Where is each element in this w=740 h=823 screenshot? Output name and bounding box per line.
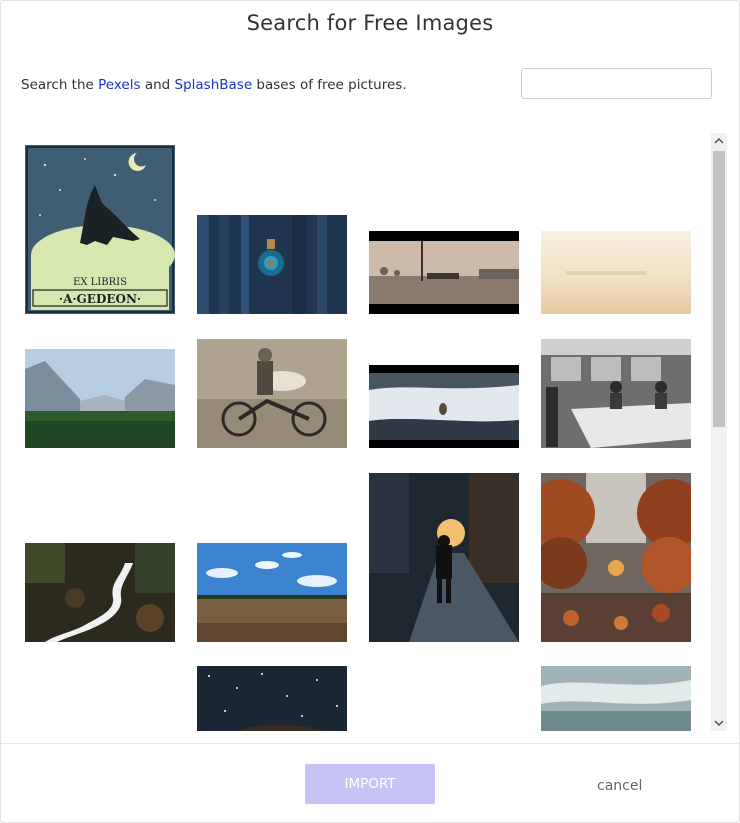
scroll-down-arrow-icon[interactable] (711, 715, 727, 731)
image-thumbnail-sea-clouds[interactable] (541, 666, 691, 731)
image-thumbnail-forest-waterfall[interactable] (25, 543, 175, 642)
image-thumbnail-vintage-workroom[interactable] (541, 339, 691, 448)
image-thumbnail-ex-libris[interactable]: EX LIBRIS ·A·GEDEON· (25, 145, 175, 314)
gallery-scrollbar[interactable] (711, 133, 727, 731)
image-thumbnail-bench-lake[interactable] (369, 231, 519, 314)
image-search-dialog: Search for Free Images Search the Pexels… (0, 0, 740, 823)
splashbase-link[interactable]: SplashBase (175, 77, 253, 93)
image-thumbnail-starry-sky[interactable] (197, 666, 347, 731)
dialog-footer: IMPORT cancel (1, 743, 739, 823)
image-gallery: EX LIBRIS ·A·GEDEON· (1, 133, 711, 731)
ex-libris-caption: EX LIBRIS (73, 277, 127, 288)
image-thumbnail-mountain-valley[interactable] (25, 349, 175, 448)
intro-middle: and (140, 77, 175, 93)
scroll-up-arrow-icon[interactable] (711, 133, 727, 149)
image-thumbnail-city-street[interactable] (369, 473, 519, 642)
image-thumbnail-vintage-motorcycle[interactable] (197, 339, 347, 448)
image-thumbnail-field-sky[interactable] (197, 543, 347, 642)
gedeon-caption: ·A·GEDEON· (59, 292, 141, 306)
import-button[interactable]: IMPORT (305, 764, 435, 804)
scrollbar-thumb[interactable] (713, 151, 725, 427)
cancel-button[interactable]: cancel (597, 778, 642, 794)
dialog-title: Search for Free Images (246, 11, 494, 35)
image-thumbnail-misty-sunrise[interactable] (541, 231, 691, 314)
intro-suffix: bases of free pictures. (252, 77, 407, 93)
intro-prefix: Search the (21, 77, 99, 93)
search-input[interactable] (521, 68, 712, 99)
image-thumbnail-autumn-path[interactable] (541, 473, 691, 642)
intro-text: Search the Pexels and SplashBase bases o… (21, 77, 407, 93)
image-thumbnail-bird-snow[interactable] (369, 365, 519, 448)
pexels-link[interactable]: Pexels (98, 77, 140, 93)
image-thumbnail-blue-door[interactable] (197, 215, 347, 314)
